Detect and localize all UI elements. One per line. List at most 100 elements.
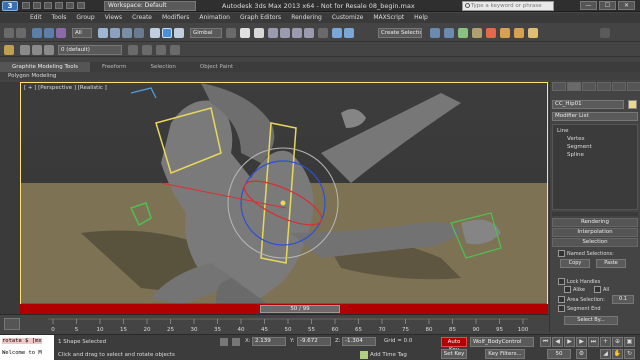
track-ruler[interactable]: 0 5 10 15 20 25 30 35 40 45 50 55 60 65 70 75 80 85 90 95 10… (48, 317, 528, 333)
alike-radio[interactable]: Alike (564, 286, 585, 293)
current-frame-field[interactable]: 50 (547, 349, 571, 359)
project-folder-icon[interactable] (77, 2, 85, 9)
field-of-view-icon[interactable]: ◢ (600, 349, 611, 359)
time-configuration-icon[interactable]: ⚙ (576, 349, 587, 359)
maxscript-listener[interactable]: rotate $ [mx Welcome to M (0, 335, 54, 360)
area-selection-value[interactable]: 0.1 (612, 295, 634, 304)
x-coordinate-field[interactable]: 2.139 (252, 337, 286, 346)
layer-visibility-icon[interactable] (20, 45, 30, 55)
named-selection-sets-dropdown[interactable]: Create Selection S (378, 28, 422, 38)
lock-selection-icon[interactable] (220, 338, 228, 346)
selection-region-icon[interactable] (122, 28, 132, 38)
angle-snap-icon[interactable] (280, 28, 290, 38)
select-layer-objects-icon[interactable] (156, 45, 166, 55)
new-file-icon[interactable] (22, 2, 30, 9)
snaps-toggle-icon[interactable] (268, 28, 278, 38)
workspace-dropdown[interactable]: Workspace: Default (104, 1, 196, 11)
menu-graph-editors[interactable]: Graph Editors (240, 13, 281, 23)
mini-curve-editor-icon[interactable] (4, 318, 20, 330)
add-to-layer-icon[interactable] (142, 45, 152, 55)
layer-freeze-icon[interactable] (32, 45, 42, 55)
rollout-rendering[interactable]: Rendering (552, 218, 638, 227)
add-time-tag-button[interactable]: Add Time Tag (370, 352, 407, 358)
stack-item-segment[interactable]: Segment (567, 144, 592, 150)
set-key-button[interactable]: Set Key (441, 349, 467, 359)
schematic-view-icon[interactable] (472, 28, 482, 38)
help-icon[interactable] (600, 28, 610, 38)
search-input[interactable]: Type a keyword or phrase (462, 1, 554, 11)
rendered-frame-window-icon[interactable] (514, 28, 524, 38)
keyboard-shortcut-icon[interactable] (254, 28, 264, 38)
select-object-icon[interactable] (98, 28, 108, 38)
pivot-center-icon[interactable] (226, 28, 236, 38)
orbit-icon[interactable]: ↻ (624, 349, 635, 359)
display-tab-icon[interactable] (612, 82, 626, 91)
time-slider-bar[interactable]: 50 / 99 (20, 304, 548, 314)
select-by-button[interactable]: Select By... (564, 316, 618, 325)
save-file-icon[interactable] (44, 2, 52, 9)
zoom-icon[interactable]: + (600, 337, 611, 347)
motion-tab-icon[interactable] (597, 82, 611, 91)
time-slider-handle[interactable]: 50 / 99 (260, 305, 340, 313)
go-to-end-icon[interactable]: ⏭ (588, 337, 599, 347)
mirror-icon[interactable] (332, 28, 342, 38)
stack-item-line[interactable]: Line (557, 128, 568, 134)
spinner-snap-icon[interactable] (304, 28, 314, 38)
redo-icon[interactable] (16, 28, 26, 38)
lock-handles-checkbox[interactable]: Lock Handles (558, 278, 600, 285)
stack-item-vertex[interactable]: Vertex (567, 136, 585, 142)
pan-view-icon[interactable]: ✋ (612, 349, 623, 359)
absolute-mode-icon[interactable] (232, 338, 240, 346)
perspective-viewport[interactable]: [ + ] [Perspective ] [Realistic ] (20, 82, 548, 314)
rollout-interpolation[interactable]: Interpolation (552, 228, 638, 237)
render-setup-icon[interactable] (500, 28, 510, 38)
window-crossing-icon[interactable] (134, 28, 144, 38)
track-bar[interactable]: 0 5 10 15 20 25 30 35 40 45 50 55 60 65 70 75 80 85 90 95 10… (0, 314, 549, 334)
area-selection-checkbox[interactable]: Area Selection: (558, 296, 605, 303)
tab-freeform[interactable]: Freeform (90, 62, 139, 72)
current-layer-dropdown[interactable]: 0 (default) (58, 45, 122, 55)
object-name-field[interactable]: CC_Hip01 (552, 100, 624, 109)
segment-end-checkbox[interactable]: Segment End (558, 305, 601, 312)
utilities-tab-icon[interactable] (627, 82, 640, 91)
reference-coordinate-dropdown[interactable]: Gimbal (190, 28, 222, 38)
object-color-swatch[interactable] (628, 100, 637, 109)
graphite-toggle-icon[interactable] (444, 28, 454, 38)
viewport-scene[interactable] (21, 83, 548, 314)
stack-item-spline[interactable]: Spline (567, 152, 584, 158)
create-tab-icon[interactable] (552, 82, 566, 91)
key-filters-button[interactable]: Key Filters... (485, 349, 525, 359)
menu-maxscript[interactable]: MAXScript (373, 13, 404, 23)
menu-group[interactable]: Group (76, 13, 94, 23)
rotate-icon[interactable] (162, 28, 172, 38)
undo-icon[interactable] (55, 2, 63, 9)
tab-object-paint[interactable]: Object Paint (188, 62, 245, 72)
render-production-icon[interactable] (528, 28, 538, 38)
material-editor-icon[interactable] (486, 28, 496, 38)
maxscript-line-2[interactable]: Welcome to M (2, 350, 42, 356)
selection-set-dropdown[interactable]: Wolf_BodyControl (470, 337, 534, 347)
zoom-all-icon[interactable]: ⊕ (612, 337, 623, 347)
tab-selection[interactable]: Selection (139, 62, 188, 72)
previous-frame-icon[interactable]: ◀ (552, 337, 563, 347)
paste-button[interactable]: Paste (596, 259, 626, 268)
menu-animation[interactable]: Animation (199, 13, 230, 23)
play-icon[interactable]: ▶ (564, 337, 575, 347)
auto-key-button[interactable]: Auto Key (441, 337, 467, 353)
select-manipulate-icon[interactable] (240, 28, 250, 38)
next-frame-icon[interactable]: ▶ (576, 337, 587, 347)
rollout-selection[interactable]: Selection (552, 238, 638, 247)
select-by-name-icon[interactable] (110, 28, 120, 38)
selection-filter-dropdown[interactable]: All (72, 28, 92, 38)
layer-render-icon[interactable] (44, 45, 54, 55)
redo-icon[interactable] (66, 2, 74, 9)
undo-icon[interactable] (4, 28, 14, 38)
maximize-button[interactable]: ☐ (599, 1, 616, 10)
z-coordinate-field[interactable]: -1.304 (342, 337, 376, 346)
menu-create[interactable]: Create (132, 13, 152, 23)
minimize-button[interactable]: — (580, 1, 597, 10)
viewport-label[interactable]: [ + ] [Perspective ] [Realistic ] (24, 85, 107, 91)
y-coordinate-field[interactable]: -9.672 (297, 337, 331, 346)
align-icon[interactable] (344, 28, 354, 38)
menu-rendering[interactable]: Rendering (291, 13, 322, 23)
